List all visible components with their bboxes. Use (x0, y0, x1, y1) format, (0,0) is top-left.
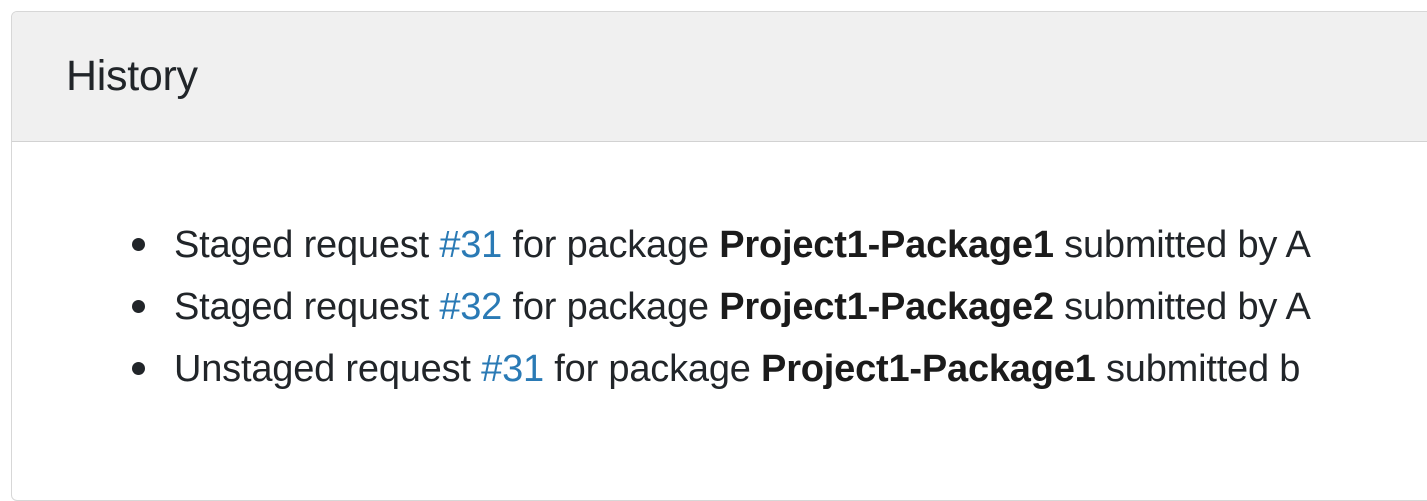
history-for-text: for package (543, 348, 762, 390)
history-entry: Unstaged request #31 for package Project… (132, 338, 1427, 400)
bullet-icon (132, 238, 145, 251)
request-link[interactable]: #32 (439, 286, 502, 328)
history-entry-text: Staged request #32 for package Project1-… (132, 286, 1311, 328)
history-submitted-text: submitted by A (1053, 224, 1311, 266)
package-name: Project1-Package2 (719, 286, 1054, 328)
history-entry: Staged request #31 for package Project1-… (132, 214, 1427, 276)
history-title: History (66, 52, 198, 100)
history-action-text: Staged request (174, 286, 440, 328)
history-entry: Staged request #32 for package Project1-… (132, 276, 1427, 338)
request-link[interactable]: #31 (439, 224, 502, 266)
history-card-header: History (12, 12, 1427, 142)
history-entry-text: Unstaged request #31 for package Project… (132, 348, 1300, 390)
bullet-icon (132, 300, 145, 313)
history-submitted-text: submitted b (1095, 348, 1301, 390)
history-card-body: Staged request #31 for package Project1-… (12, 142, 1427, 400)
request-link[interactable]: #31 (481, 348, 544, 390)
bullet-icon (132, 362, 145, 375)
history-for-text: for package (502, 224, 720, 266)
history-for-text: for package (502, 286, 720, 328)
history-list: Staged request #31 for package Project1-… (132, 214, 1427, 400)
history-action-text: Staged request (174, 224, 440, 266)
package-name: Project1-Package1 (719, 224, 1054, 266)
history-action-text: Unstaged request (174, 348, 482, 390)
history-entry-text: Staged request #31 for package Project1-… (132, 224, 1311, 266)
history-submitted-text: submitted by A (1053, 286, 1311, 328)
history-card: History Staged request #31 for package P… (11, 11, 1427, 501)
package-name: Project1-Package1 (761, 348, 1096, 390)
